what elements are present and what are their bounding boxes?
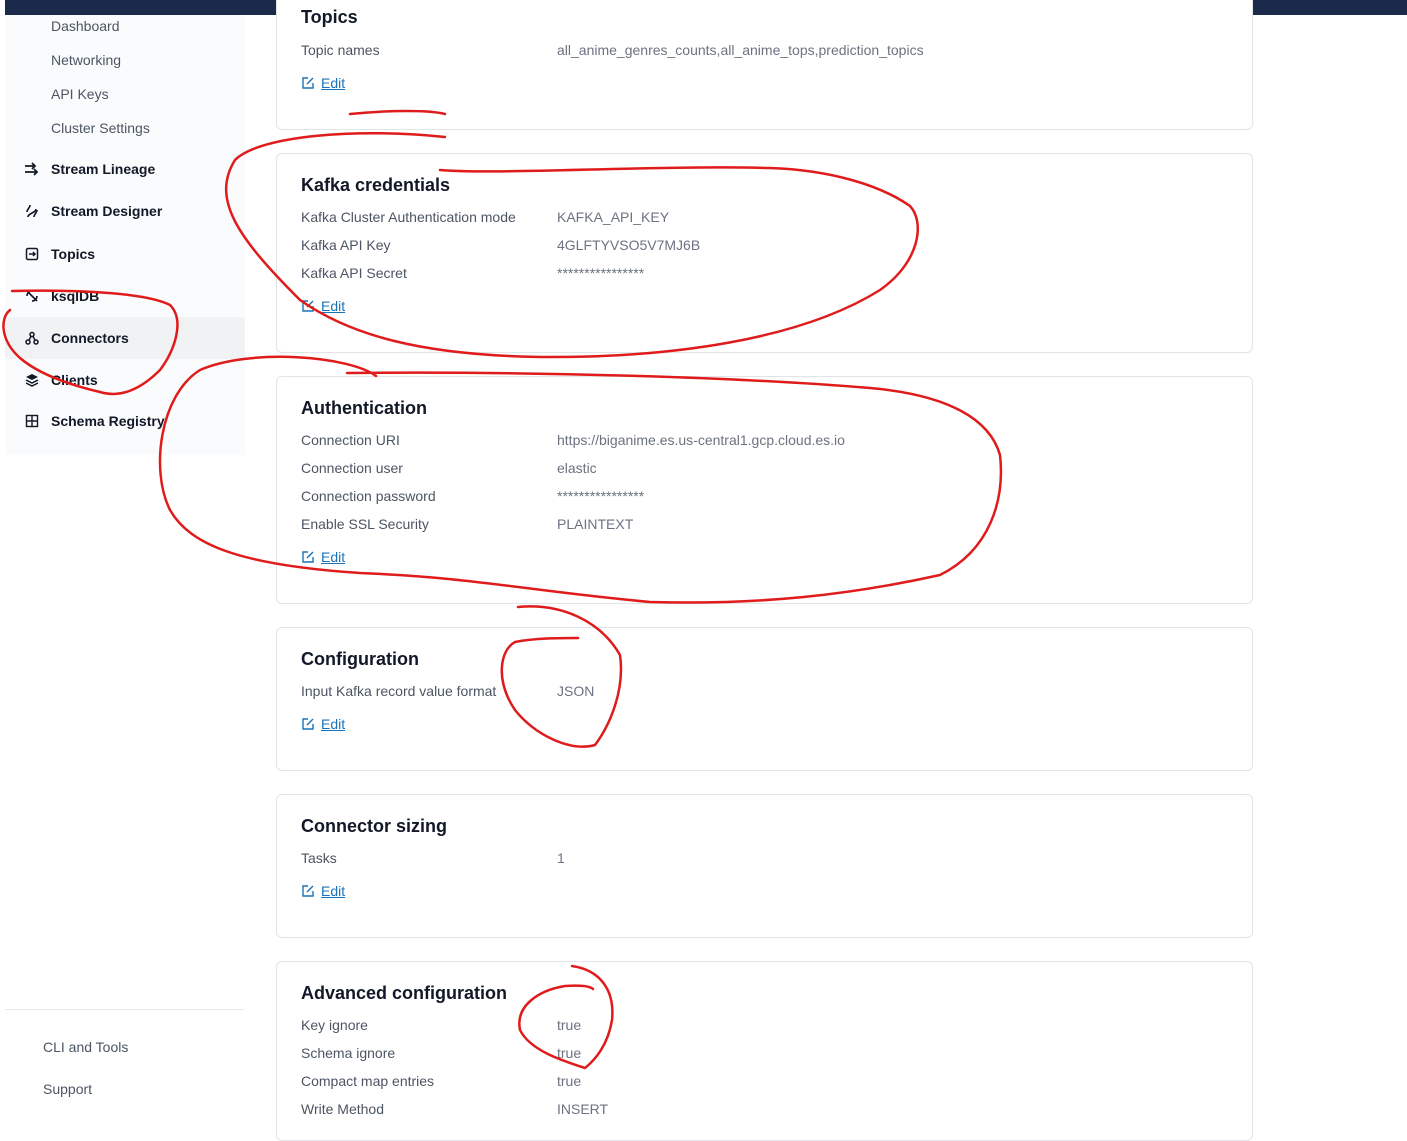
row-value: 4GLFTYVSO5V7MJ6B [557, 237, 701, 253]
row-label: Connection user [301, 460, 403, 476]
sidebar-item-label: Clients [51, 372, 98, 388]
sidebar-item-clients[interactable]: Clients [5, 359, 245, 401]
topics-icon [5, 247, 51, 261]
row-label: Kafka API Key [301, 237, 391, 253]
row-label: Kafka API Secret [301, 265, 407, 281]
row-value: elastic [557, 460, 597, 476]
sidebar-subitem-dashboard[interactable]: Dashboard [51, 18, 120, 34]
row-label: Input Kafka record value format [301, 683, 497, 699]
row-label: Key ignore [301, 1017, 368, 1033]
sidebar-item-cli-and-tools[interactable]: CLI and Tools [43, 1039, 128, 1055]
edit-icon [302, 551, 314, 563]
sidebar-item-label: Schema Registry [51, 413, 165, 429]
configuration-card: Configuration Input Kafka record value f… [276, 627, 1253, 771]
stream-designer-icon [5, 204, 51, 218]
row-label: Enable SSL Security [301, 516, 429, 532]
sidebar-item-stream-designer[interactable]: Stream Designer [5, 190, 245, 232]
edit-link[interactable]: Edit [301, 883, 345, 899]
stream-lineage-icon [5, 162, 51, 176]
sidebar-subitem-cluster-settings[interactable]: Cluster Settings [51, 120, 150, 136]
divider [5, 1009, 244, 1010]
row-label: Write Method [301, 1101, 384, 1117]
row-label: Tasks [301, 850, 337, 866]
row-value: all_anime_genres_counts,all_anime_tops,p… [557, 42, 924, 58]
edit-icon [302, 885, 314, 897]
ksqldb-icon [5, 289, 51, 303]
sidebar-item-label: Stream Lineage [51, 161, 156, 177]
card-title: Kafka credentials [301, 175, 451, 195]
sidebar-item-topics[interactable]: Topics [5, 233, 245, 275]
sidebar-item-schema-registry[interactable]: Schema Registry [5, 400, 245, 442]
row-value: JSON [557, 683, 595, 699]
row-value: 1 [557, 850, 565, 866]
edit-link[interactable]: Edit [301, 75, 345, 91]
row-value: INSERT [557, 1101, 609, 1117]
row-value: true [557, 1045, 582, 1061]
sidebar-item-label: Connectors [51, 330, 129, 346]
row-value: **************** [557, 488, 645, 504]
sidebar-item-support[interactable]: Support [43, 1081, 92, 1097]
connector-sizing-card: Connector sizing Tasks 1 Edit [276, 794, 1253, 938]
clients-icon [5, 373, 51, 387]
row-label: Schema ignore [301, 1045, 396, 1061]
kafka-credentials-card: Kafka credentials Kafka Cluster Authenti… [276, 153, 1253, 353]
card-title: Configuration [301, 649, 419, 669]
row-value: **************** [557, 265, 645, 281]
card-title: Connector sizing [301, 816, 448, 836]
edit-icon [302, 77, 314, 89]
row-value: PLAINTEXT [557, 516, 634, 532]
edit-link[interactable]: Edit [301, 716, 345, 732]
row-label: Connection password [301, 488, 436, 504]
sidebar-item-label: ksqlDB [51, 288, 100, 304]
sidebar-item-stream-lineage[interactable]: Stream Lineage [5, 148, 245, 190]
edit-link[interactable]: Edit [301, 298, 345, 314]
sidebar-subitem-networking[interactable]: Networking [51, 52, 121, 68]
edit-icon [302, 718, 314, 730]
edit-link[interactable]: Edit [301, 549, 345, 565]
topics-card: Topics Topic names all_anime_genres_coun… [276, 0, 1253, 130]
card-title: Topics [301, 7, 358, 27]
sidebar-subitem-api-keys[interactable]: API Keys [51, 86, 109, 102]
row-label: Compact map entries [301, 1073, 435, 1089]
sidebar-item-ksqldb[interactable]: ksqlDB [5, 275, 245, 317]
authentication-card: Authentication Connection URI https://bi… [276, 376, 1253, 604]
row-value: true [557, 1073, 582, 1089]
sidebar-item-label: Stream Designer [51, 203, 163, 219]
row-value: true [557, 1017, 582, 1033]
row-label: Connection URI [301, 432, 400, 448]
schema-registry-icon [5, 414, 51, 428]
advanced-configuration-card: Advanced configuration Key ignore true S… [276, 961, 1253, 1141]
row-value: KAFKA_API_KEY [557, 209, 670, 225]
edit-icon [302, 300, 314, 312]
row-label: Kafka Cluster Authentication mode [301, 209, 516, 225]
sidebar-item-connectors[interactable]: Connectors [5, 317, 245, 359]
row-value: https://biganime.es.us-central1.gcp.clou… [557, 432, 845, 448]
sidebar-item-label: Topics [51, 246, 96, 262]
connectors-icon [5, 331, 51, 345]
card-title: Authentication [301, 398, 427, 418]
card-title: Advanced configuration [301, 983, 508, 1003]
row-label: Topic names [301, 42, 380, 58]
